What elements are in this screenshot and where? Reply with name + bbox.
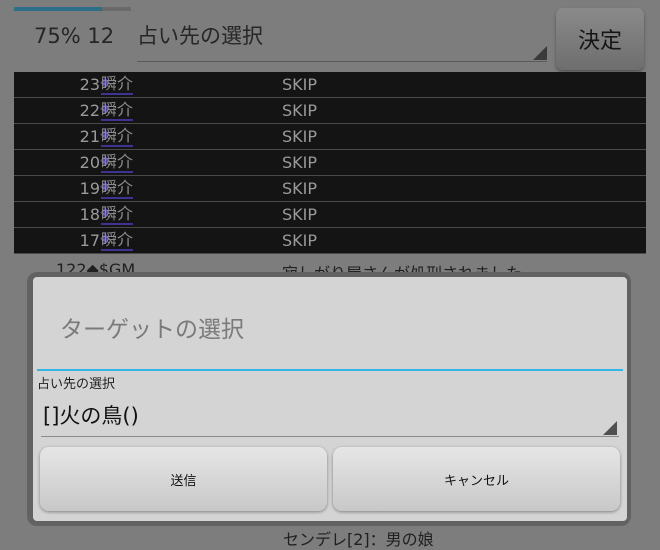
dialog-title: ターゲットの選択	[60, 317, 244, 343]
send-button[interactable]: 送信	[40, 447, 327, 511]
log-row: 19 ◆ 瞬介 SKIP	[14, 176, 646, 202]
progress-bar	[14, 7, 131, 11]
cancel-button[interactable]: キャンセル	[333, 447, 620, 511]
dialog-title-divider	[37, 369, 623, 371]
target-dialog: ターゲットの選択 占い先の選択 []火の鳥() 送信 キャンセル	[33, 277, 627, 521]
decide-button[interactable]: 決定	[556, 8, 644, 70]
log-row-message: SKIP	[282, 179, 318, 198]
status-text: 75% 12	[34, 24, 115, 48]
log-row-message: SKIP	[282, 231, 318, 250]
target-field-label: 占い先の選択	[37, 377, 116, 392]
log-row: 18 ◆ 瞬介 SKIP	[14, 202, 646, 228]
log-row-number: 18	[79, 205, 100, 224]
log-row: 22 ◆ 瞬介 SKIP	[14, 98, 646, 124]
target-select-underline	[41, 436, 619, 437]
log-row-name[interactable]: 瞬介	[101, 204, 134, 225]
log-row-name[interactable]: 瞬介	[101, 126, 134, 147]
target-select-value: []火の鳥()	[43, 404, 139, 428]
spinner-underline	[137, 61, 547, 62]
log-row-message: SKIP	[282, 205, 318, 224]
dropdown-triangle-icon	[533, 46, 547, 60]
target-select[interactable]: []火の鳥()	[41, 391, 619, 437]
log-list: 23 ◆ 瞬介 SKIP 22 ◆ 瞬介 SKIP 21 ◆ 瞬介 SKIP 20 ◆ 瞬介 SKIP 19 ◆ 瞬…	[14, 72, 646, 254]
log-row-number: 19	[79, 179, 100, 198]
log-row-name[interactable]: 瞬介	[101, 178, 134, 199]
log-row-message: SKIP	[282, 101, 318, 120]
log-bottom-partial: センデレ[2]：男の娘	[283, 530, 434, 549]
log-row-name[interactable]: 瞬介	[101, 152, 134, 173]
log-row: 23 ◆ 瞬介 SKIP	[14, 72, 646, 98]
log-row-number: 21	[79, 127, 100, 146]
log-row-number: 23	[79, 75, 100, 94]
log-row: 21 ◆ 瞬介 SKIP	[14, 124, 646, 150]
log-row-message: SKIP	[282, 153, 318, 172]
top-target-spinner[interactable]: 占い先の選択	[137, 4, 547, 62]
log-row-name[interactable]: 瞬介	[101, 230, 134, 251]
log-row: 20 ◆ 瞬介 SKIP	[14, 150, 646, 176]
progress-bar-fill	[14, 7, 102, 11]
log-row-name[interactable]: 瞬介	[101, 100, 134, 121]
log-row-message: SKIP	[282, 75, 318, 94]
log-row-number: 22	[79, 101, 100, 120]
log-row: 17 ◆ 瞬介 SKIP	[14, 228, 646, 254]
log-row-name[interactable]: 瞬介	[101, 74, 134, 95]
log-row-number: 17	[79, 231, 100, 250]
top-target-spinner-value: 占い先の選択	[137, 24, 263, 48]
log-row-number: 20	[79, 153, 100, 172]
log-row-message: SKIP	[282, 127, 318, 146]
dropdown-triangle-icon	[603, 421, 617, 435]
